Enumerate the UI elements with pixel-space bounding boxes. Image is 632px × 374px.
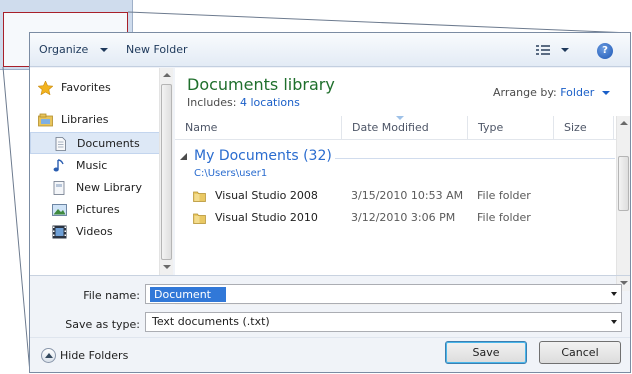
scroll-up-icon[interactable] xyxy=(163,73,171,77)
view-options-icon[interactable] xyxy=(536,45,550,56)
scroll-thumb[interactable] xyxy=(161,84,172,260)
column-header-name[interactable]: Name xyxy=(175,116,342,140)
save-button[interactable]: Save xyxy=(445,341,527,364)
film-icon xyxy=(52,225,67,239)
content-vertical-scrollbar[interactable] xyxy=(616,116,630,291)
arrange-dropdown[interactable]: Folder xyxy=(560,86,594,99)
column-header-type[interactable]: Type xyxy=(468,116,554,140)
nav-favorites[interactable]: Favorites xyxy=(30,77,160,99)
nav-item-label: New Library xyxy=(76,181,142,194)
row-date: 3/12/2010 3:06 PM xyxy=(351,211,456,224)
collapse-group-icon[interactable] xyxy=(180,153,188,161)
nav-item-label: Videos xyxy=(76,225,113,238)
hide-folders-button[interactable]: Hide Folders xyxy=(60,349,128,362)
nav-item-music[interactable]: Music xyxy=(30,155,160,177)
sort-indicator-icon xyxy=(396,116,404,120)
file-list-pane: Documents library Includes: 4 locations … xyxy=(175,68,630,305)
column-header-date[interactable]: Date Modified xyxy=(342,116,468,140)
chevron-down-icon[interactable] xyxy=(611,320,617,324)
arrange-label: Arrange by: xyxy=(493,86,557,99)
column-header-size[interactable]: Size xyxy=(554,116,614,140)
picture-icon xyxy=(52,204,67,216)
save-type-select[interactable]: Text documents (.txt) xyxy=(145,312,622,332)
star-icon xyxy=(38,81,53,95)
nav-item-label: Documents xyxy=(77,137,140,150)
arrange-by: Arrange by: Folder xyxy=(493,86,610,99)
nav-item-documents[interactable]: Documents xyxy=(30,132,160,154)
document-icon xyxy=(55,137,66,151)
organize-button[interactable]: Organize xyxy=(39,33,88,67)
button-divider xyxy=(30,337,630,338)
save-type-label: Save as type: xyxy=(65,318,140,331)
library-title: Documents library xyxy=(187,75,335,94)
cancel-button[interactable]: Cancel xyxy=(539,341,621,364)
chevron-down-icon[interactable] xyxy=(100,48,108,52)
nav-libraries-label: Libraries xyxy=(61,113,109,126)
folder-icon xyxy=(193,213,206,224)
group-divider xyxy=(335,158,615,159)
table-row[interactable]: Visual Studio 2010 3/12/2010 3:06 PM Fil… xyxy=(187,208,607,228)
scroll-thumb[interactable] xyxy=(618,156,629,211)
nav-item-pictures[interactable]: Pictures xyxy=(30,199,160,221)
row-type: File folder xyxy=(477,189,531,202)
includes-prefix: Includes: xyxy=(187,96,237,109)
nav-item-new-library[interactable]: New Library xyxy=(30,177,160,199)
chevron-down-icon[interactable] xyxy=(611,292,617,296)
nav-libraries[interactable]: Libraries xyxy=(30,109,160,131)
chevron-down-icon[interactable] xyxy=(601,91,610,95)
form-divider xyxy=(30,275,630,276)
view-dropdown-icon[interactable] xyxy=(561,48,569,52)
library-includes: Includes: 4 locations xyxy=(187,96,300,109)
table-row[interactable]: Visual Studio 2008 3/15/2010 10:53 AM Fi… xyxy=(187,186,607,206)
music-note-icon xyxy=(53,159,64,172)
locations-link[interactable]: 4 locations xyxy=(240,96,300,109)
row-date: 3/15/2010 10:53 AM xyxy=(351,189,464,202)
nav-item-videos[interactable]: Videos xyxy=(30,221,160,243)
scroll-down-icon[interactable] xyxy=(163,265,171,269)
group-path[interactable]: C:\Users\user1 xyxy=(194,168,267,179)
navigation-pane: Favorites Libraries Documents Music New … xyxy=(30,68,173,275)
row-type: File folder xyxy=(477,211,531,224)
hide-folders-icon[interactable] xyxy=(41,348,56,363)
help-icon[interactable]: ? xyxy=(597,43,613,59)
new-folder-button[interactable]: New Folder xyxy=(126,33,187,67)
row-name: Visual Studio 2010 xyxy=(215,211,318,224)
save-dialog: Organize New Folder ? Favorites Librarie… xyxy=(29,32,631,373)
file-name-value[interactable]: Document xyxy=(150,287,226,302)
nav-item-label: Music xyxy=(76,159,108,172)
library-icon xyxy=(53,181,65,195)
file-name-label: File name: xyxy=(83,289,140,302)
nav-favorites-label: Favorites xyxy=(61,81,111,94)
row-name: Visual Studio 2008 xyxy=(215,189,318,202)
nav-item-label: Pictures xyxy=(76,203,120,216)
nav-scrollbar[interactable] xyxy=(159,68,173,275)
folder-icon xyxy=(193,191,206,202)
save-type-value: Text documents (.txt) xyxy=(152,315,270,328)
group-header[interactable]: My Documents (32) xyxy=(194,148,332,164)
scroll-up-icon[interactable] xyxy=(620,121,628,125)
libraries-icon xyxy=(38,113,53,127)
file-name-input[interactable]: Document xyxy=(145,284,622,304)
command-bar: Organize New Folder ? xyxy=(30,33,630,67)
